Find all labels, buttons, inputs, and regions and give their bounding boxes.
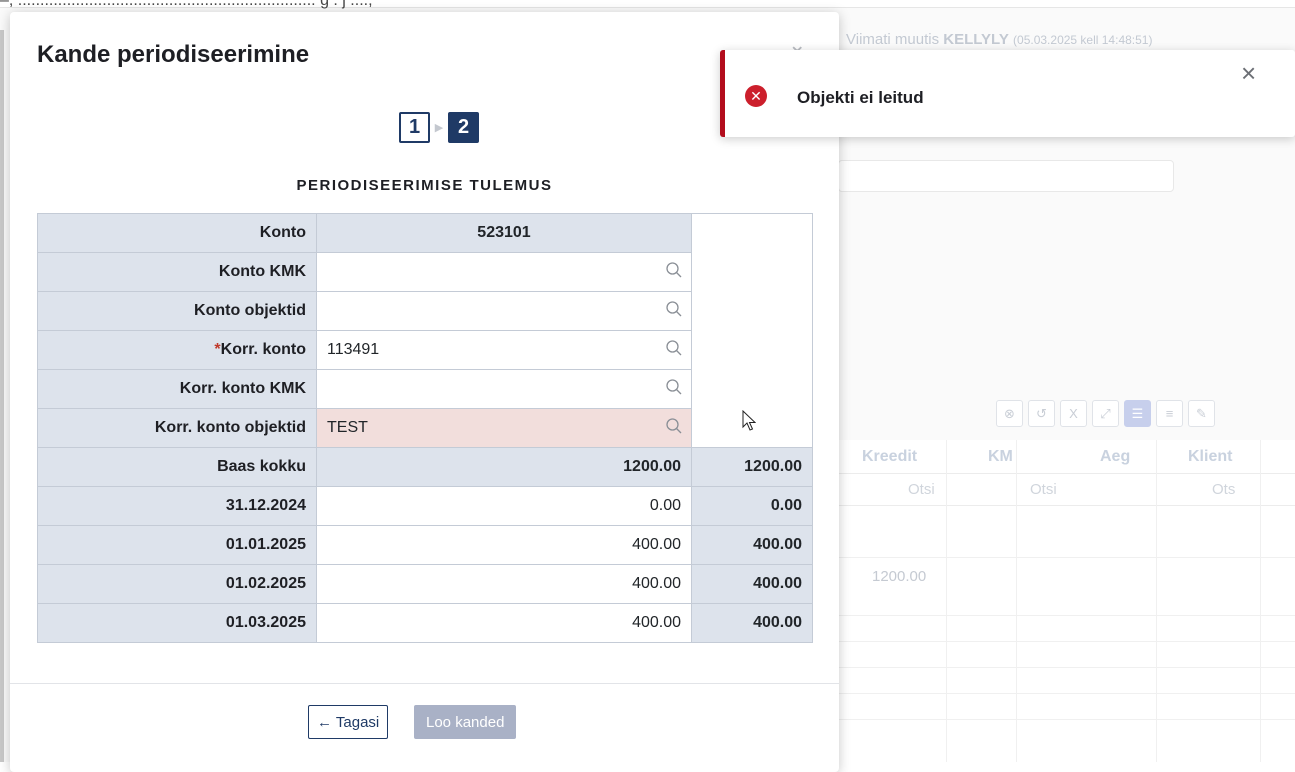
compact-view-icon[interactable]: ≡ [1156,400,1183,427]
table-row-period: 01.01.2025 400.00 400.00 [37,525,813,565]
row-label: Konto objektid [37,291,317,331]
grid-toolbar: ⊗ ↺ X ⤢ ☰ ≡ ✎ [996,400,1215,427]
grid-row [838,642,1295,668]
step-1[interactable]: 1 [399,112,430,143]
grid-header-aeg[interactable]: Aeg [1100,448,1130,466]
counter-account-vat-field[interactable] [316,369,692,409]
search-icon[interactable] [665,378,683,396]
grid-header-klient[interactable]: Klient [1188,448,1232,466]
grid-cell-kreedit: 1200.00 [872,568,927,585]
grid-header-kreedit[interactable]: Kreedit [862,448,917,466]
wrench-icon[interactable]: ✎ [1188,400,1215,427]
grid-row [838,590,1295,616]
account-vat-field[interactable] [316,252,692,292]
period-date: 31.12.2024 [37,486,317,526]
row-label: Konto [37,213,317,253]
background-grid: Kreedit KM Aeg Klient Otsi Otsi Ots 1200… [838,440,1295,762]
footer-divider [10,683,839,684]
last-modified-time: (05.03.2025 kell 14:48:51) [1013,33,1153,47]
grid-header-row: Kreedit KM Aeg Klient [838,440,1295,474]
period-total: 400.00 [691,525,813,565]
period-amount[interactable]: 0.00 [316,486,692,526]
counter-account-field[interactable]: 113491 [316,330,692,370]
account-value: 523101 [316,213,692,253]
period-total: 0.00 [691,486,813,526]
period-date: 01.01.2025 [37,525,317,565]
grid-row [838,694,1295,720]
field-value: 113491 [327,341,380,358]
grid-row [838,532,1295,558]
period-total: 400.00 [691,603,813,643]
row-label: Korr. konto objektid [37,408,317,448]
cancel-icon[interactable]: ⊗ [996,400,1023,427]
background-top-text: –, .....................................… [0,0,373,9]
close-icon[interactable]: × [1241,58,1256,89]
filter-aeg[interactable]: Otsi [1030,481,1057,498]
row-label: *Korr. konto [37,330,317,370]
toast-message: Objekti ei leitud [797,88,924,107]
period-date: 01.03.2025 [37,603,317,643]
base-total-value: 1200.00 [316,447,692,487]
section-title: PERIODISEERIMISE TULEMUS [296,177,553,194]
search-icon[interactable] [665,300,683,318]
grid-row [838,616,1295,642]
search-icon[interactable] [665,417,683,435]
expand-icon[interactable]: ⤢ [1092,400,1119,427]
base-total-sum: 1200.00 [691,447,813,487]
periodization-modal: Kande periodiseerimine ⌄ 1 ▶ 2 PERIODISE… [10,12,839,772]
period-amount[interactable]: 400.00 [316,564,692,604]
step-indicator: 1 ▶ 2 [399,112,479,143]
account-objects-field[interactable] [316,291,692,331]
table-row-period: 01.02.2025 400.00 400.00 [37,564,813,604]
background-top-strip: –, .....................................… [0,0,1295,9]
step-2: 2 [448,112,479,143]
back-button[interactable]: ← Tagasi [308,705,389,739]
filter-kreedit[interactable]: Otsi [908,481,935,498]
field-value: TEST [327,419,368,436]
step-arrow-icon: ▶ [434,122,444,134]
undo-icon[interactable]: ↺ [1028,400,1055,427]
table-row-period: 31.12.2024 0.00 0.00 [37,486,813,526]
table-row: Konto 523101 [37,213,813,448]
search-icon[interactable] [665,339,683,357]
background-input[interactable] [838,160,1174,192]
create-entries-button[interactable]: Loo kanded [414,705,517,739]
row-label: Korr. konto KMK [37,369,317,409]
modal-title: Kande periodiseerimine [37,41,310,68]
error-icon: ✕ [745,85,767,107]
period-amount[interactable]: 400.00 [316,603,692,643]
list-view-icon[interactable]: ☰ [1124,400,1151,427]
last-modified-info: Viimati muutis KELLYLY (05.03.2025 kell … [846,31,1153,48]
background-left-bar [0,30,4,762]
last-modified-user: KELLYLY [943,31,1009,48]
error-toast: ✕ Objekti ei leitud × [720,50,1295,137]
filter-klient[interactable]: Ots [1212,481,1235,498]
period-total: 400.00 [691,564,813,604]
period-date: 01.02.2025 [37,564,317,604]
row-label: Baas kokku [37,447,317,487]
counter-account-objects-field[interactable]: TEST [316,408,692,448]
period-amount[interactable]: 400.00 [316,525,692,565]
row-label: Konto KMK [37,252,317,292]
row-label-text: Korr. konto [220,341,306,358]
table-row-period: 01.03.2025 400.00 400.00 [37,603,813,643]
grid-header-km[interactable]: KM [988,448,1013,466]
grid-row [838,668,1295,694]
search-icon[interactable] [665,261,683,279]
excel-icon[interactable]: X [1060,400,1087,427]
table-row-base-total: Baas kokku 1200.00 1200.00 [37,447,813,487]
mouse-cursor-icon [742,410,756,431]
grid-filter-row: Otsi Otsi Ots [838,474,1295,506]
periodization-result-table: Konto 523101 Konto KMK Konto objektid *K… [37,213,813,643]
